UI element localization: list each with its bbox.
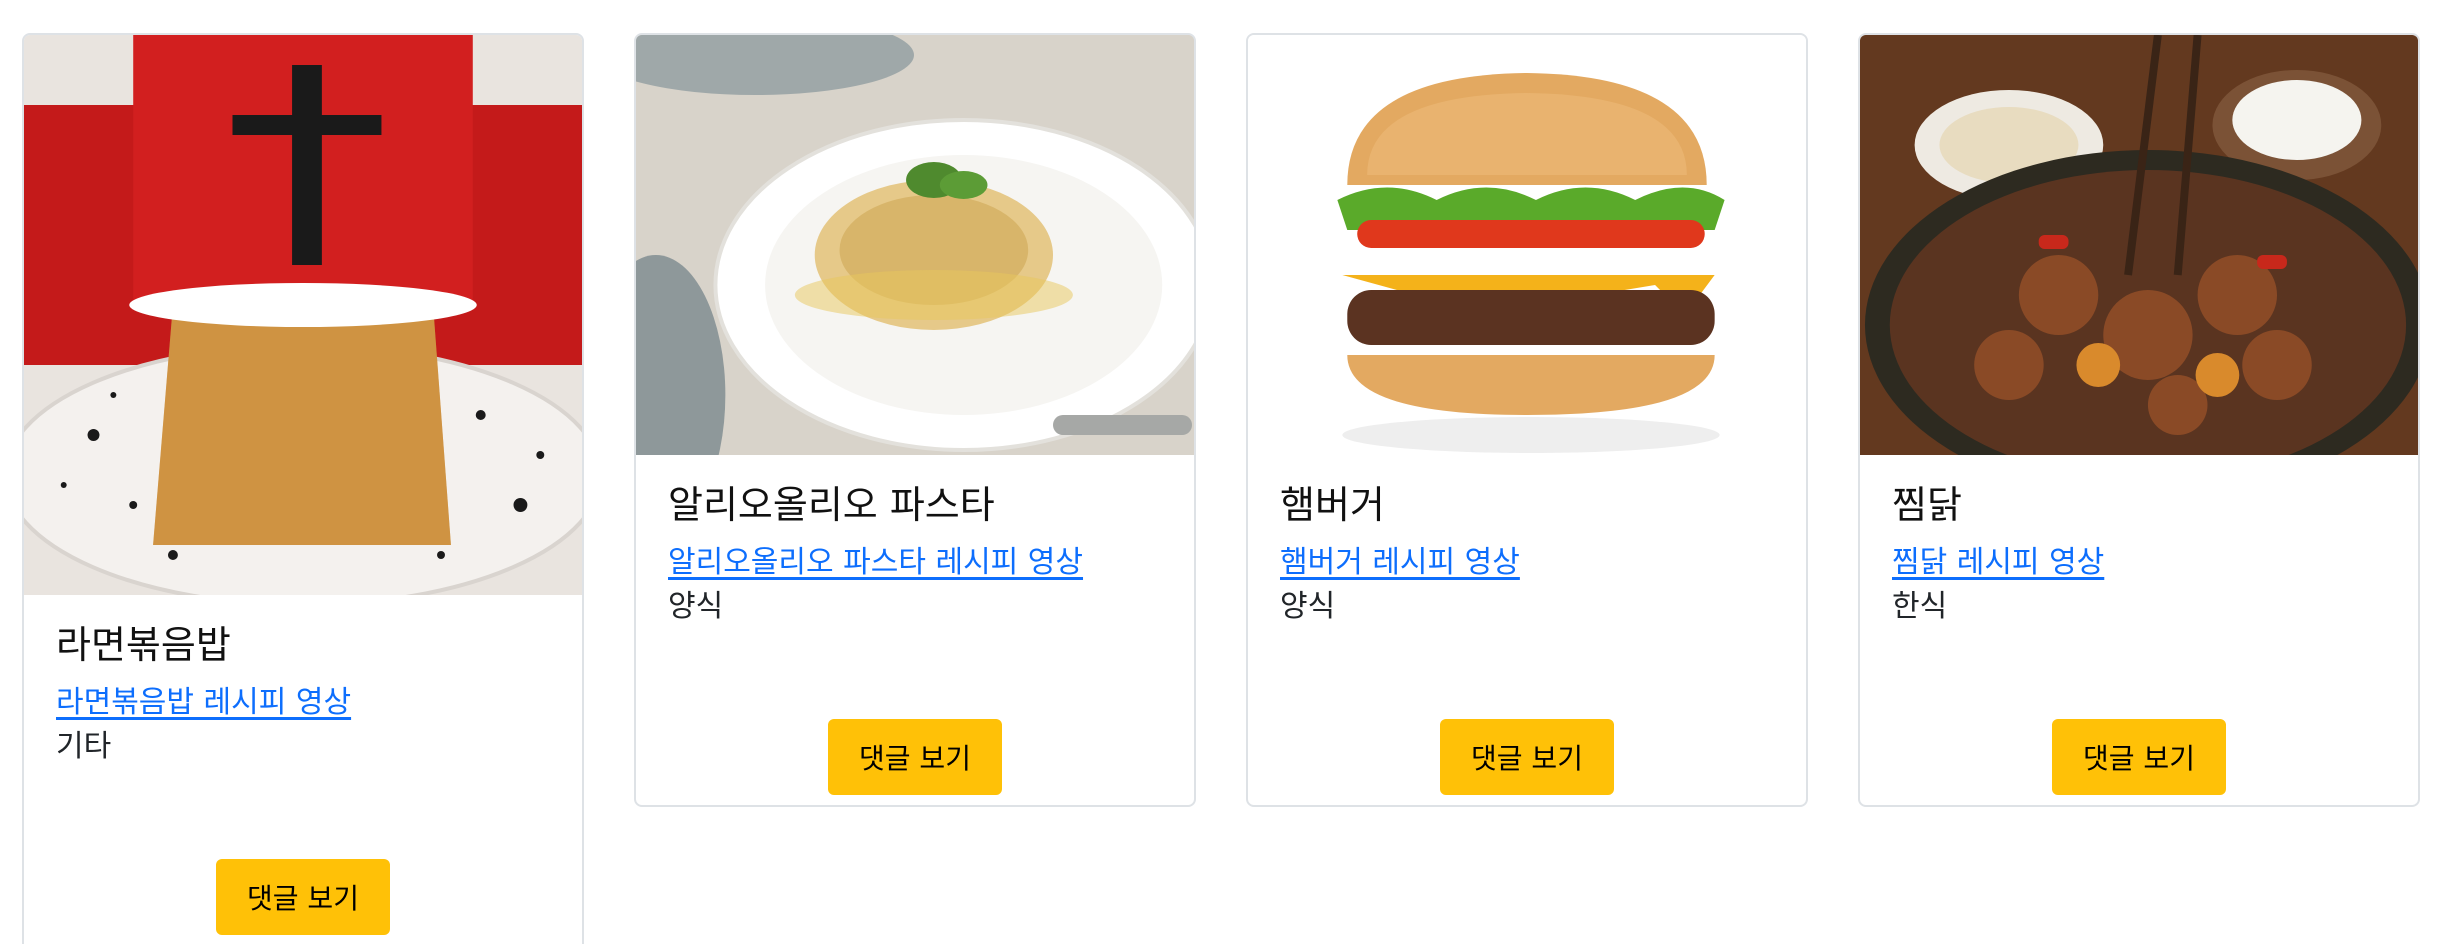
recipe-title: 알리오올리오 파스타 <box>668 483 995 527</box>
recipe-title: 찜닭 <box>1892 483 1962 527</box>
recipe-video-link[interactable]: 라면볶음밥 레시피 영상 <box>56 683 351 722</box>
recipe-image-jjimdak <box>1860 35 2418 455</box>
recipe-card-hamburger: 햄버거 햄버거 레시피 영상 양식 댓글 보기 <box>1246 33 1808 807</box>
recipe-image-ramen-fried-rice <box>24 35 582 595</box>
recipe-category: 기타 <box>56 728 112 764</box>
view-comments-button[interactable]: 댓글 보기 <box>1440 719 1614 795</box>
recipe-category: 한식 <box>1892 588 1948 624</box>
recipe-card-grid: 라면볶음밥 라면볶음밥 레시피 영상 기타 댓글 보기 알리오올리오 파스타 알… <box>0 0 2450 944</box>
view-comments-button[interactable]: 댓글 보기 <box>2052 719 2226 795</box>
view-comments-button[interactable]: 댓글 보기 <box>216 859 390 935</box>
recipe-video-link[interactable]: 햄버거 레시피 영상 <box>1280 543 1520 582</box>
recipe-category: 양식 <box>1280 588 1336 624</box>
recipe-video-link[interactable]: 알리오올리오 파스타 레시피 영상 <box>668 543 1083 582</box>
recipe-image-hamburger <box>1248 35 1806 455</box>
recipe-category: 양식 <box>668 588 724 624</box>
recipe-title: 햄버거 <box>1280 483 1385 527</box>
recipe-card-ramen-fried-rice: 라면볶음밥 라면볶음밥 레시피 영상 기타 댓글 보기 <box>22 33 584 944</box>
recipe-card-aglio-olio: 알리오올리오 파스타 알리오올리오 파스타 레시피 영상 양식 댓글 보기 <box>634 33 1196 807</box>
recipe-video-link[interactable]: 찜닭 레시피 영상 <box>1892 543 2104 582</box>
recipe-title: 라면볶음밥 <box>56 623 231 667</box>
recipe-card-jjimdak: 찜닭 찜닭 레시피 영상 한식 댓글 보기 <box>1858 33 2420 807</box>
recipe-image-aglio-olio <box>636 35 1194 455</box>
view-comments-button[interactable]: 댓글 보기 <box>828 719 1002 795</box>
